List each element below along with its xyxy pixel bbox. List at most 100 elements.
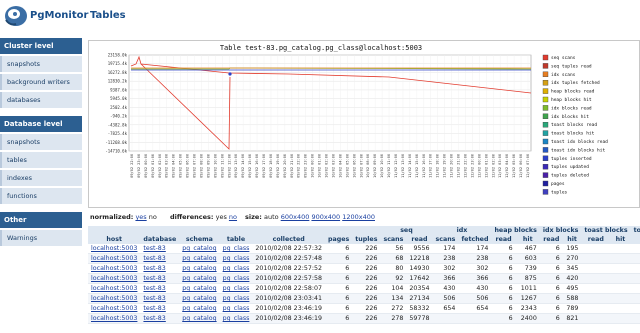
host-link[interactable]: localhost:5003 (91, 265, 137, 272)
sidebar-item-functions[interactable]: functions (0, 188, 82, 204)
table-cell: pg_class (219, 244, 253, 254)
x-tick-label: 11/02 13:00 (401, 154, 405, 178)
table-row[interactable]: localhost:5003 test-83 pg_catalog pg_class 2… (88, 273, 640, 284)
column-header[interactable]: fetched (458, 235, 492, 244)
table-cell: 2010/02/08 22:57:52 (252, 263, 325, 274)
host-link[interactable]: localhost:5003 (91, 255, 137, 262)
column-header[interactable]: host (88, 235, 141, 244)
database-link[interactable]: test-83 (143, 285, 165, 292)
table-cell: 12218 (406, 253, 433, 264)
table-link[interactable]: pg_class (223, 315, 250, 322)
x-tick-label: 12/02 06:00 (519, 154, 523, 178)
column-header[interactable]: collected (252, 235, 325, 244)
column-header[interactable]: tuples (352, 235, 381, 244)
legend-label: toast idx blocks read (551, 139, 608, 145)
column-header[interactable]: table (219, 235, 253, 244)
legend-swatch (542, 155, 549, 162)
column-header[interactable]: pages (324, 235, 353, 244)
table-row[interactable]: localhost:5003 test-83 pg_catalog pg_class 2… (88, 263, 640, 274)
table-cell: 226 (352, 283, 381, 294)
table-link[interactable]: pg_class (223, 275, 250, 282)
column-header[interactable]: schema (179, 235, 220, 244)
normalized-yes-link[interactable]: yes (135, 213, 146, 221)
x-tick-label: 09/02 16:00 (255, 154, 259, 178)
table-link[interactable]: pg_class (223, 265, 250, 272)
schema-link[interactable]: pg_catalog (182, 245, 216, 252)
host-link[interactable]: localhost:5003 (91, 285, 137, 292)
table-cell: 654 (458, 303, 492, 314)
sidebar-item-cluster-snapshots[interactable]: snapshots (0, 56, 82, 72)
table-link[interactable]: pg_class (223, 305, 250, 312)
table-cell (581, 303, 611, 314)
x-tick-label: 09/02 18:00 (269, 154, 273, 178)
table-link[interactable]: pg_class (223, 295, 250, 302)
column-header[interactable]: read (539, 235, 563, 244)
size-1200-link[interactable]: 1200x400 (342, 213, 375, 221)
sidebar-item-warnings[interactable]: Warnings (0, 230, 82, 246)
column-header[interactable]: hit (562, 235, 582, 244)
schema-link[interactable]: pg_catalog (182, 255, 216, 262)
host-link[interactable]: localhost:5003 (91, 245, 137, 252)
column-header[interactable]: scans (380, 235, 407, 244)
column-header[interactable]: read (581, 235, 611, 244)
host-link[interactable]: localhost:5003 (91, 305, 137, 312)
schema-link[interactable]: pg_catalog (182, 285, 216, 292)
database-link[interactable]: test-83 (143, 295, 165, 302)
size-auto-text: auto (263, 213, 279, 221)
host-link[interactable]: localhost:5003 (91, 275, 137, 282)
database-link[interactable]: test-83 (143, 255, 165, 262)
schema-link[interactable]: pg_catalog (182, 305, 216, 312)
table-link[interactable]: pg_class (223, 285, 250, 292)
host-link[interactable]: localhost:5003 (91, 315, 137, 322)
schema-link[interactable]: pg_catalog (182, 295, 216, 302)
schema-link[interactable]: pg_catalog (182, 315, 216, 322)
schema-link[interactable]: pg_catalog (182, 265, 216, 272)
table-cell: 345 (562, 263, 582, 274)
table-link[interactable]: pg_class (223, 255, 250, 262)
differences-no-link[interactable]: no (229, 213, 237, 221)
column-header[interactable]: read (491, 235, 516, 244)
table-cell: 20354 (406, 283, 433, 294)
column-header[interactable]: database (140, 235, 180, 244)
table-cell: 226 (352, 273, 381, 284)
sidebar-item-indexes[interactable]: indexes (0, 170, 82, 186)
column-header[interactable]: read (630, 235, 640, 244)
legend-label: heap blocks hit (551, 97, 592, 103)
database-link[interactable]: test-83 (143, 245, 165, 252)
database-link[interactable]: test-83 (143, 305, 165, 312)
legend-swatch (542, 163, 549, 170)
host-link[interactable]: localhost:5003 (91, 295, 137, 302)
table-cell: pg_catalog (179, 303, 220, 314)
sidebar-item-db-snapshots[interactable]: snapshots (0, 134, 82, 150)
sidebar-item-background-writers[interactable]: background writers (0, 74, 82, 90)
chart-title: Table test-83.pg_catalog.pg_class@localh… (220, 44, 422, 52)
database-link[interactable]: test-83 (143, 275, 165, 282)
table-row[interactable]: localhost:5003 test-83 pg_catalog pg_class 2… (88, 313, 640, 324)
legend-label: tuples updated (551, 164, 589, 170)
table-row[interactable]: localhost:5003 test-83 pg_catalog pg_class 2… (88, 283, 640, 294)
table-top-header-row: seq idx heap blocks idx blocks toast blo… (88, 226, 640, 235)
table-link[interactable]: pg_class (223, 245, 250, 252)
size-900-link[interactable]: 900x400 (311, 213, 340, 221)
column-header[interactable]: hit (515, 235, 540, 244)
table-cell: 195 (562, 244, 582, 254)
table-cell: 6 (324, 303, 353, 314)
size-600-link[interactable]: 600x400 (281, 213, 310, 221)
table-row[interactable]: localhost:5003 test-83 pg_catalog pg_class 2… (88, 293, 640, 304)
stats-table-wrap[interactable]: seq idx heap blocks idx blocks toast blo… (88, 226, 640, 333)
sidebar-item-databases[interactable]: databases (0, 92, 82, 108)
table-cell (610, 293, 631, 304)
database-link[interactable]: test-83 (143, 315, 165, 322)
column-header[interactable]: read (406, 235, 433, 244)
table-row[interactable]: localhost:5003 test-83 pg_catalog pg_class 2… (88, 253, 640, 264)
table-cell: 58332 (406, 303, 433, 314)
column-header[interactable]: scans (432, 235, 459, 244)
database-link[interactable]: test-83 (143, 265, 165, 272)
column-header[interactable]: hit (610, 235, 631, 244)
table-row[interactable]: localhost:5003 test-83 pg_catalog pg_class 2… (88, 244, 640, 254)
table-cell: 226 (352, 293, 381, 304)
sidebar-item-tables[interactable]: tables (0, 152, 82, 168)
table-row[interactable]: localhost:5003 test-83 pg_catalog pg_class 2… (88, 303, 640, 314)
schema-link[interactable]: pg_catalog (182, 275, 216, 282)
table-cell: localhost:5003 (88, 303, 141, 314)
